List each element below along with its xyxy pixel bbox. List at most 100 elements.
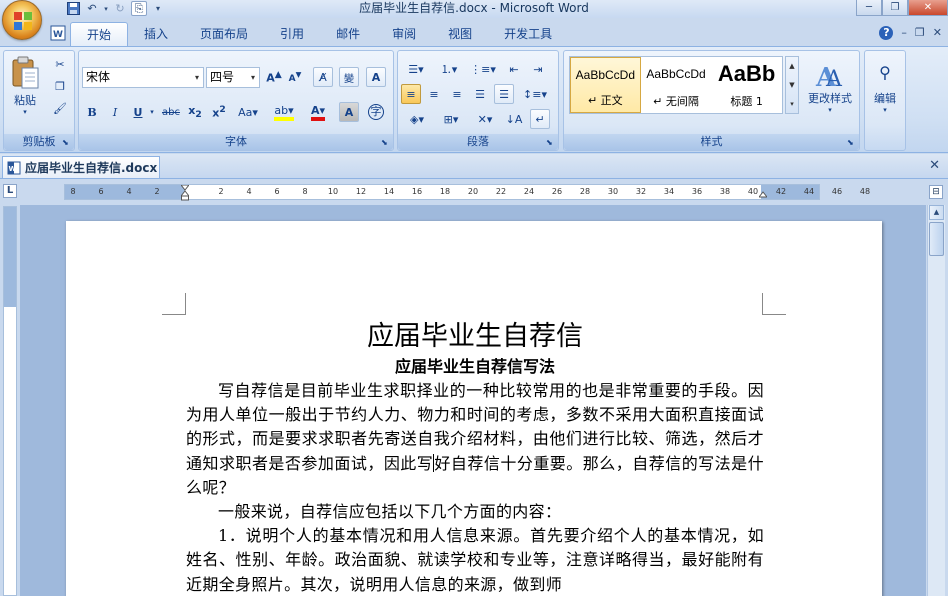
bullets-button[interactable]: ☰▾ [401, 59, 431, 79]
style-normal[interactable]: AaBbCcDd ↵ 正文 [570, 57, 641, 113]
character-shading-icon: A [344, 105, 354, 119]
tab-view[interactable]: 视图 [432, 22, 488, 46]
font-size-dropdown-icon[interactable]: ▾ [247, 68, 259, 87]
underline-button[interactable]: U [128, 102, 148, 122]
increase-indent-button[interactable]: ⇥ [528, 59, 548, 79]
numbering-button[interactable]: ⒈▾ [434, 59, 464, 79]
document-tab[interactable]: W 应届毕业生自荐信.docx [2, 156, 160, 178]
styles-group-label: 样式 [564, 134, 859, 150]
svg-text:W: W [53, 30, 63, 40]
distributed-button[interactable]: ☰ [494, 84, 514, 104]
tab-page-layout[interactable]: 页面布局 [184, 22, 264, 46]
editing-group: ⚲ 编辑 ▾ [864, 50, 906, 151]
styles-launcher-icon[interactable]: ⬊ [847, 138, 857, 148]
shrink-font-button[interactable]: A▼ [285, 67, 305, 87]
paste-button[interactable]: 粘贴 ▾ [6, 54, 44, 118]
sort-icon: ↓A [505, 112, 523, 126]
office-button[interactable] [2, 0, 42, 40]
enclose-characters-icon: 字 [368, 104, 384, 120]
tab-review[interactable]: 审阅 [376, 22, 432, 46]
ribbon-restore-button[interactable]: ❐ [915, 26, 925, 40]
document-tab-bar: W 应届毕业生自荐信.docx ✕ [0, 154, 948, 179]
align-center-button[interactable]: ≡ [424, 84, 444, 104]
tab-developer[interactable]: 开发工具 [488, 22, 568, 46]
left-indent-marker-icon[interactable] [179, 184, 191, 201]
office-logo-icon [14, 12, 32, 30]
justify-icon: ☰ [475, 87, 485, 101]
tab-mailings[interactable]: 邮件 [320, 22, 376, 46]
scroll-thumb[interactable] [929, 222, 944, 256]
tab-selector[interactable]: L [3, 184, 17, 198]
close-document-icon[interactable]: ✕ [929, 158, 940, 173]
ruler-tick-label: 2 [154, 187, 160, 196]
format-painter-icon: 🖌 [53, 101, 67, 115]
gallery-up-icon[interactable]: ▲ [789, 62, 794, 70]
cut-button[interactable]: ✂ [50, 54, 70, 74]
vertical-scrollbar[interactable]: ▲ [927, 205, 945, 596]
right-indent-marker-icon[interactable] [757, 185, 769, 201]
clear-formatting-button[interactable]: A̸ [313, 67, 333, 87]
multilevel-list-button[interactable]: ⋮≡▾ [467, 59, 499, 79]
font-size-combo[interactable]: 四号 ▾ [206, 67, 260, 88]
font-color-button[interactable]: A▾ [303, 102, 333, 122]
close-button[interactable]: ✕ [908, 0, 948, 16]
align-left-button[interactable]: ≡ [401, 84, 421, 104]
ruler-tick-label: 16 [411, 187, 423, 196]
justify-button[interactable]: ☰ [470, 84, 490, 104]
paragraph-group-label: 段落 [398, 134, 558, 150]
minimize-button[interactable]: ─ [856, 0, 882, 16]
gallery-down-icon[interactable]: ▼ [789, 81, 794, 89]
vertical-ruler[interactable] [3, 206, 17, 596]
document-page[interactable]: 应届毕业生自荐信 应届毕业生自荐信写法 写自荐信是目前毕业生求职择业的一种比较常… [66, 221, 882, 596]
subscript-button[interactable]: x2 [185, 102, 205, 122]
grow-font-button[interactable]: A▲ [264, 67, 284, 87]
clipboard-launcher-icon[interactable]: ⬊ [62, 138, 72, 148]
style-gallery-scroll[interactable]: ▲ ▼ ▾ [785, 56, 799, 114]
chinese-layout-button[interactable]: ✕▾ [470, 109, 500, 129]
editing-button[interactable]: ⚲ 编辑 ▾ [868, 56, 902, 120]
change-styles-icon: A A [815, 63, 843, 90]
decrease-indent-button[interactable]: ⇤ [504, 59, 524, 79]
character-shading-button[interactable]: A [339, 102, 359, 122]
style-no-spacing[interactable]: AaBbCcDd ↵ 无间隔 [641, 57, 712, 113]
help-icon[interactable]: ? [879, 26, 894, 40]
ribbon-minimize-button[interactable]: – [901, 26, 907, 40]
tab-references[interactable]: 引用 [264, 22, 320, 46]
shading-button[interactable]: ◈▾ [401, 109, 433, 129]
font-name-combo[interactable]: 宋体 ▾ [82, 67, 204, 88]
ribbon-close-button[interactable]: ✕ [933, 26, 942, 40]
highlight-button[interactable]: ab▾ [269, 102, 299, 122]
tab-insert[interactable]: 插入 [128, 22, 184, 46]
font-group-label: 字体 [79, 134, 393, 150]
line-spacing-button[interactable]: ↕≡▾ [520, 84, 550, 104]
show-marks-button[interactable]: ↵ [530, 109, 550, 129]
change-styles-button[interactable]: A A 更改样式 ▾ [804, 56, 856, 120]
change-case-button[interactable]: Aa▾ [234, 102, 262, 122]
gallery-more-icon[interactable]: ▾ [790, 100, 794, 108]
borders-button[interactable]: ⊞▾ [436, 109, 466, 129]
enclose-characters-button[interactable]: 字 [366, 102, 386, 122]
superscript-button[interactable]: x2 [209, 102, 229, 122]
phonetic-guide-button[interactable]: 變 [339, 67, 359, 87]
font-name-dropdown-icon[interactable]: ▾ [191, 68, 203, 87]
character-border-button[interactable]: A [366, 67, 386, 87]
font-launcher-icon[interactable]: ⬊ [381, 138, 391, 148]
document-body[interactable]: 应届毕业生自荐信 应届毕业生自荐信写法 写自荐信是目前毕业生求职择业的一种比较常… [186, 319, 764, 596]
ruler-tick-label: 24 [523, 187, 535, 196]
paragraph-launcher-icon[interactable]: ⬊ [546, 138, 556, 148]
view-ruler-icon[interactable]: ⊟ [929, 185, 943, 199]
format-painter-button[interactable]: 🖌 [50, 98, 70, 118]
horizontal-ruler[interactable]: 8 6 4 2 2 4 6 8 10 12 14 16 18 20 22 24 26 28 30 32 34 36 38 40… [64, 184, 870, 201]
bold-button[interactable]: B [82, 102, 102, 122]
strikethrough-button[interactable]: abc [161, 102, 181, 122]
style-heading1[interactable]: AaBb 标题 1 [711, 57, 782, 113]
restore-button[interactable]: ❐ [882, 0, 908, 16]
underline-dropdown-icon[interactable]: ▾ [148, 102, 156, 122]
document-workspace: 应届毕业生自荐信 应届毕业生自荐信写法 写自荐信是目前毕业生求职择业的一种比较常… [20, 205, 926, 596]
copy-button[interactable]: ❐ [50, 76, 70, 96]
align-right-button[interactable]: ≡ [447, 84, 467, 104]
scroll-up-icon[interactable]: ▲ [929, 205, 944, 220]
sort-button[interactable]: ↓A [504, 109, 524, 129]
tab-home[interactable]: 开始 [70, 22, 129, 46]
italic-button[interactable]: I [105, 102, 125, 122]
